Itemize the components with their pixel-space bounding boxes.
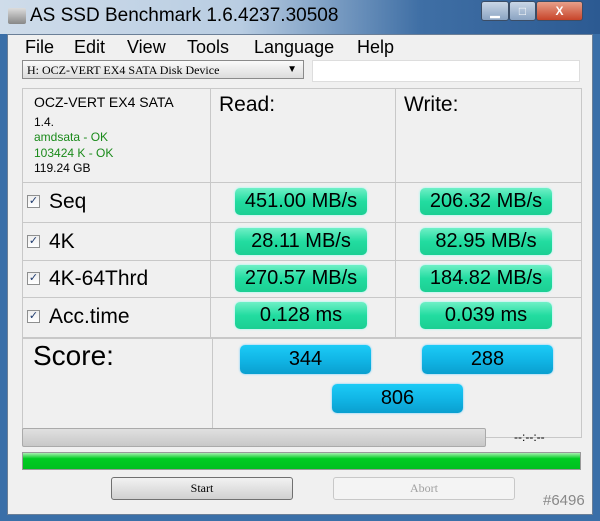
overall-progress-bar — [22, 452, 581, 470]
overall-progress-fill — [23, 453, 580, 469]
menu-language[interactable]: Language — [254, 37, 334, 58]
4k-write-result: 82.95 MB/s — [420, 228, 552, 255]
close-button[interactable]: X — [536, 1, 583, 21]
elapsed-time: --:--:-- — [514, 430, 545, 444]
read-header: Read: — [219, 93, 276, 116]
acctime-read-result: 0.128 ms — [235, 302, 367, 329]
score-total: 806 — [332, 384, 463, 413]
menu-help[interactable]: Help — [357, 37, 394, 58]
acctime-checkbox[interactable]: ✓ — [27, 310, 40, 323]
abort-button[interactable]: Abort — [333, 477, 515, 500]
acctime-label: Acc.time — [49, 305, 130, 328]
minimize-button[interactable]: ▁ — [481, 1, 509, 21]
4k64-write-result: 184.82 MB/s — [420, 265, 552, 292]
watermark: #6496 — [543, 492, 585, 509]
menu-file[interactable]: File — [25, 37, 54, 58]
menu-edit[interactable]: Edit — [74, 37, 105, 58]
4k64-checkbox[interactable]: ✓ — [27, 272, 40, 285]
seq-label: Seq — [49, 190, 87, 213]
status-textbox[interactable] — [312, 60, 580, 82]
acctime-write-result: 0.039 ms — [420, 302, 552, 329]
score-label: Score: — [33, 340, 114, 371]
write-header: Write: — [404, 93, 459, 116]
window-title: AS SSD Benchmark 1.6.4237.30508 — [30, 5, 339, 26]
seq-read-result: 451.00 MB/s — [235, 188, 367, 215]
seq-write-result: 206.32 MB/s — [420, 188, 552, 215]
drive-size: 119.24 GB — [34, 161, 91, 175]
score-read: 344 — [240, 345, 371, 374]
drive-select[interactable]: H: OCZ-VERT EX4 SATA Disk Device ▼ — [22, 60, 304, 79]
test-progress-bar — [22, 428, 486, 447]
row-divider — [22, 297, 582, 298]
app-icon — [8, 8, 26, 24]
driver-status: amdsata - OK — [34, 130, 109, 144]
row-divider — [22, 222, 582, 223]
score-write: 288 — [422, 345, 553, 374]
4k64-read-result: 270.57 MB/s — [235, 265, 367, 292]
chevron-down-icon: ▼ — [287, 64, 297, 75]
seq-checkbox[interactable]: ✓ — [27, 195, 40, 208]
menu-tools[interactable]: Tools — [187, 37, 229, 58]
start-button[interactable]: Start — [111, 477, 293, 500]
4k-read-result: 28.11 MB/s — [235, 228, 367, 255]
drive-select-value: H: OCZ-VERT EX4 SATA Disk Device — [27, 63, 220, 77]
alignment-status: 103424 K - OK — [34, 146, 114, 160]
firmware: 1.4. — [34, 115, 55, 129]
row-divider — [22, 260, 582, 261]
4k64-label: 4K-64Thrd — [49, 267, 149, 290]
maximize-button[interactable]: □ — [509, 1, 536, 21]
4k-checkbox[interactable]: ✓ — [27, 235, 40, 248]
menu-view[interactable]: View — [127, 37, 166, 58]
4k-label: 4K — [49, 230, 75, 253]
drive-model: OCZ-VERT EX4 SATA — [34, 94, 174, 110]
